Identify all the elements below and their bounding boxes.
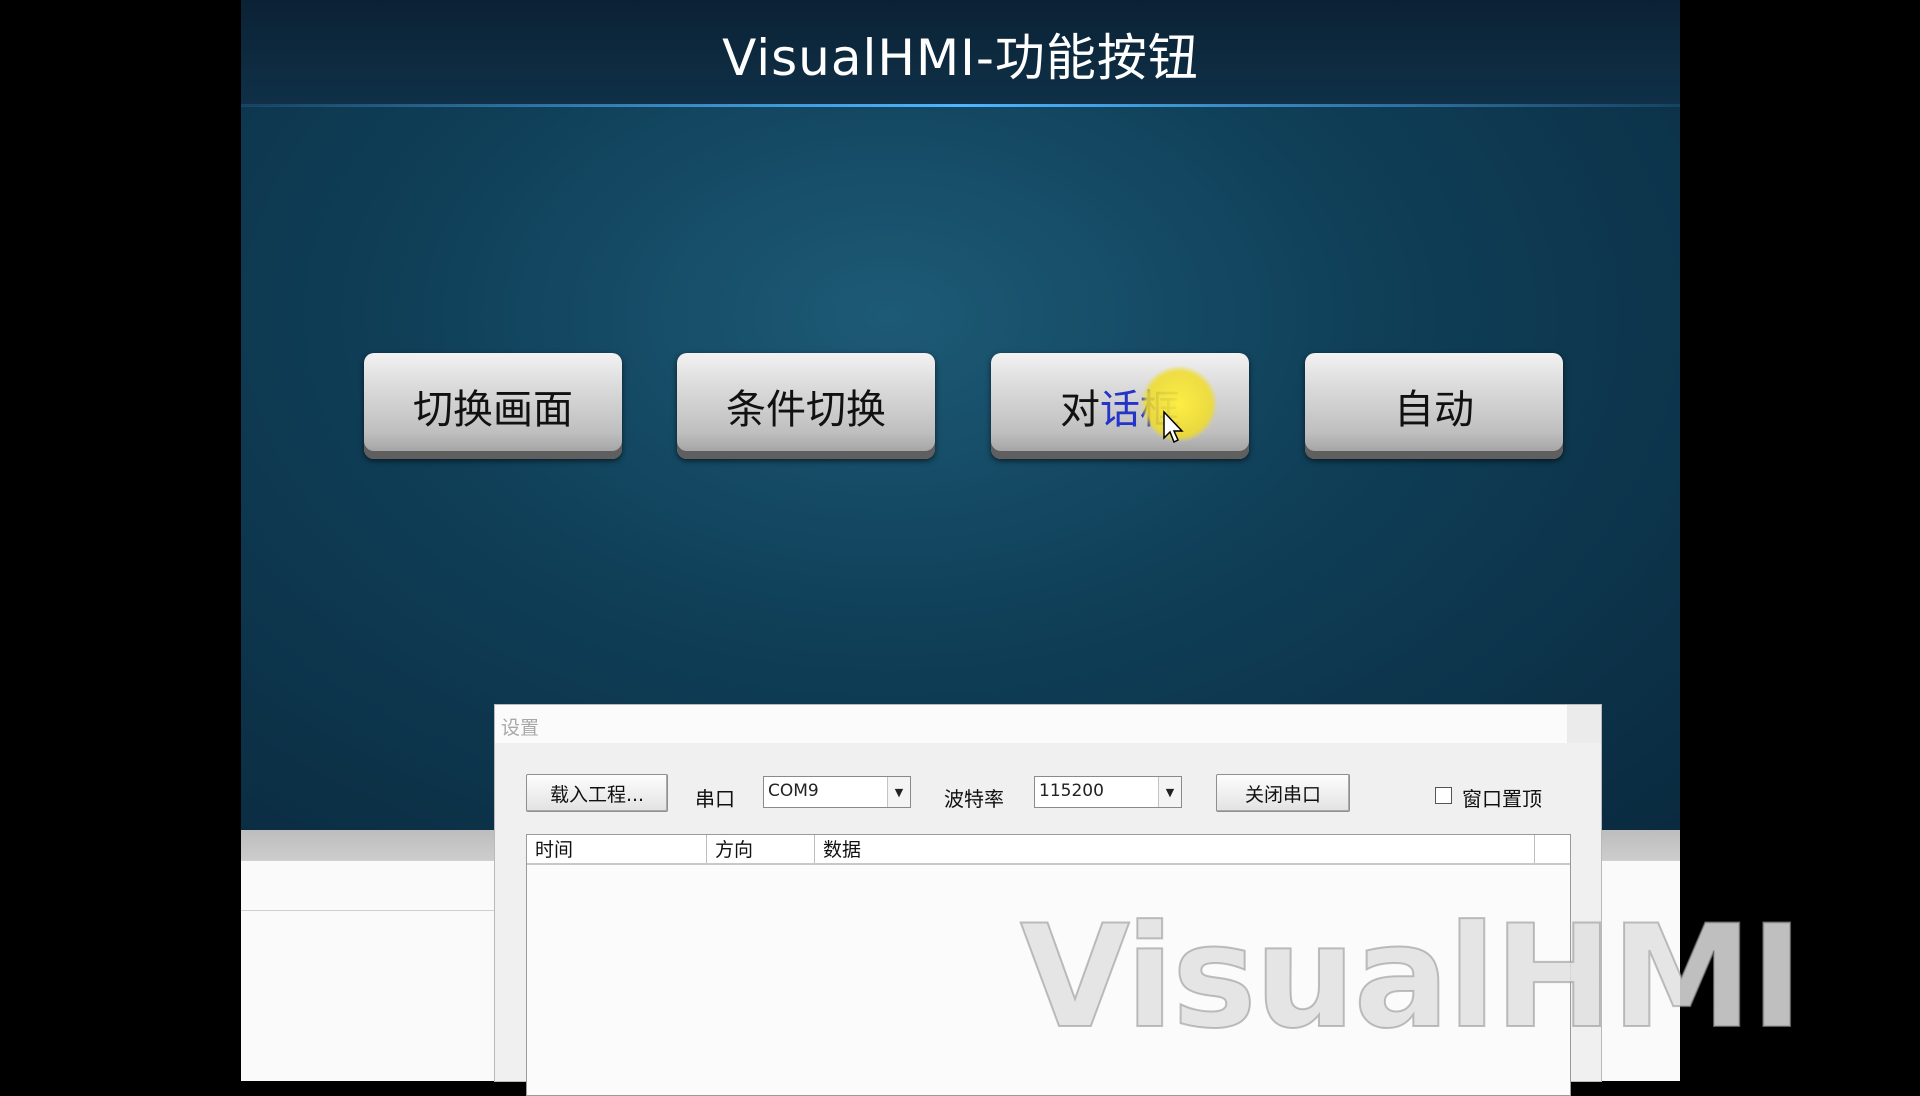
port-label: 串口	[695, 787, 735, 811]
list-header: 时间 方向 数据	[527, 835, 1570, 865]
title-divider	[241, 104, 1680, 107]
switch-screen-button[interactable]: 切换画面	[364, 353, 622, 459]
baud-select[interactable]: 115200 ▼	[1034, 776, 1182, 808]
dialog-title: 设置	[501, 717, 540, 739]
port-select[interactable]: COM9 ▼	[763, 776, 911, 808]
dialog-close-button[interactable]	[1567, 705, 1601, 743]
auto-button[interactable]: 自动	[1305, 353, 1563, 459]
page-title: VisualHMI-功能按钮	[722, 29, 1199, 87]
load-project-button[interactable]: 载入工程...	[526, 774, 668, 812]
dialog-button-label-part: 对	[1060, 387, 1100, 433]
baud-value: 115200	[1039, 781, 1104, 801]
conditional-switch-button[interactable]: 条件切换	[677, 353, 935, 459]
chevron-down-icon[interactable]: ▼	[1158, 777, 1181, 807]
baud-label: 波特率	[944, 787, 1004, 811]
column-header-direction[interactable]: 方向	[707, 835, 815, 863]
pin-window-label[interactable]: 窗口置顶	[1462, 783, 1542, 812]
watermark: VisualHMI	[1019, 894, 1804, 1061]
port-value: COM9	[768, 781, 819, 801]
column-header-data[interactable]: 数据	[815, 835, 1535, 863]
pin-window-checkbox[interactable]	[1435, 787, 1452, 804]
divider	[241, 910, 496, 911]
column-header-time[interactable]: 时间	[527, 835, 707, 863]
title-bar: VisualHMI-功能按钮	[241, 0, 1680, 106]
mouse-pointer-icon	[1163, 410, 1184, 444]
chevron-down-icon[interactable]: ▼	[887, 777, 910, 807]
dialog-titlebar[interactable]: 设置	[495, 705, 1601, 743]
close-port-button[interactable]: 关闭串口	[1216, 774, 1350, 812]
